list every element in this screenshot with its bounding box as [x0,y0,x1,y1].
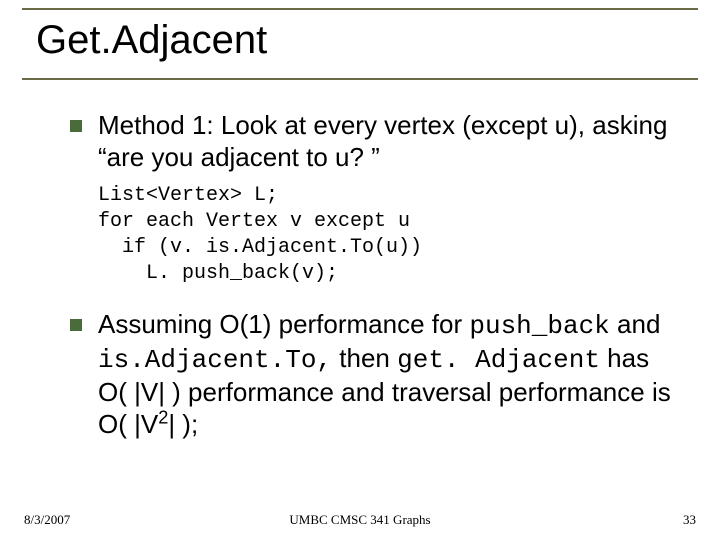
b2-code1: push_back [469,311,609,341]
code-line-3: if (v. is.Adjacent.To(u)) [98,236,422,259]
footer-center: UMBC CMSC 341 Graphs [0,512,720,528]
b2-code3: get. Adjacent [397,345,600,375]
footer-page-number: 33 [683,512,696,528]
b2-code2: is.Adjacent.To, [98,345,332,375]
b2-part1: Assuming O(1) performance for [98,309,469,339]
b2-superscript: 2 [158,407,168,427]
slide: Get.Adjacent Method 1: Look at every ver… [0,0,720,540]
bullet-square-icon [70,319,82,331]
title-underline [22,78,698,80]
bullet-1: Method 1: Look at every vertex (except u… [70,110,680,173]
b2-mid2: then [332,343,397,373]
code-line-2: for each Vertex v except u [98,210,410,233]
b2-mid1: and [610,309,661,339]
code-block: List<Vertex> L; for each Vertex v except… [98,183,680,287]
bullet-2-text: Assuming O(1) performance for push_back … [98,309,680,440]
top-rule [22,8,698,10]
bullet-2: Assuming O(1) performance for push_back … [70,309,680,440]
bullet-square-icon [70,120,82,132]
slide-title: Get.Adjacent [36,18,267,63]
bullet-1-text: Method 1: Look at every vertex (except u… [98,110,680,173]
code-line-4: L. push_back(v); [98,262,338,285]
slide-body: Method 1: Look at every vertex (except u… [70,110,680,450]
b2-after: | ); [168,409,198,439]
code-line-1: List<Vertex> L; [98,184,278,207]
